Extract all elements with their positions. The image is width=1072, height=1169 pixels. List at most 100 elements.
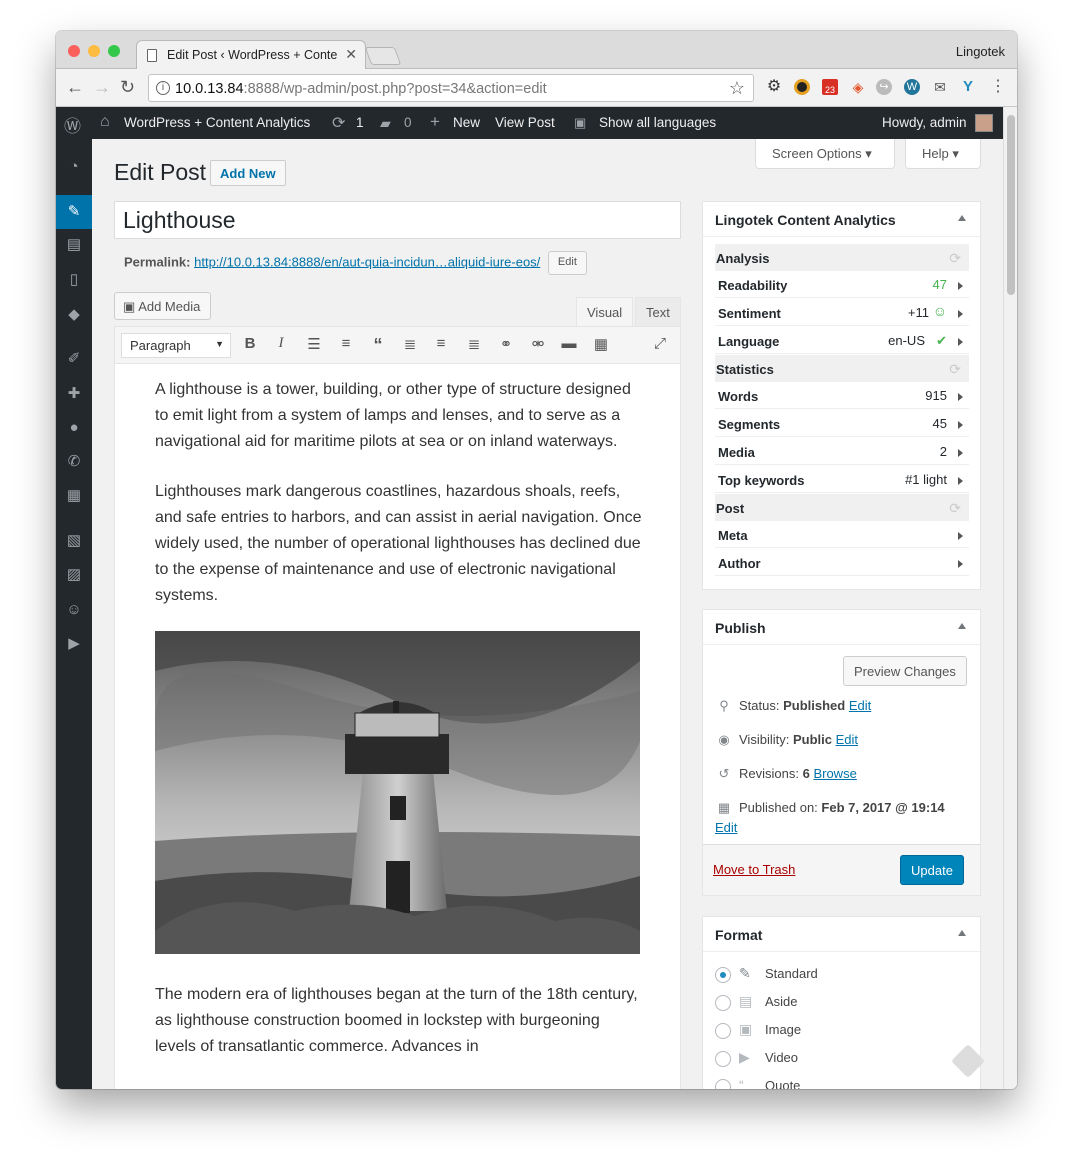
media-icon[interactable]: ▤ <box>64 235 84 255</box>
maximize-window-icon[interactable] <box>108 45 120 57</box>
add-new-button[interactable]: Add New <box>210 160 286 186</box>
media-row[interactable]: Media 2 <box>715 438 969 465</box>
language-row[interactable]: Language en-US ✔ <box>715 327 969 354</box>
format-option-video[interactable]: ▶ Video <box>715 1049 798 1067</box>
scrollbar-thumb[interactable] <box>1007 115 1015 295</box>
visibility-edit-link[interactable]: Edit <box>836 732 858 747</box>
status-edit-link[interactable]: Edit <box>849 698 871 713</box>
comments-menu-icon[interactable]: ◆ <box>64 305 84 325</box>
color-picker-extension-icon[interactable] <box>794 79 810 95</box>
expand-arrow-icon[interactable] <box>958 477 963 485</box>
view-post-link[interactable]: View Post <box>495 115 555 130</box>
bold-icon[interactable]: B <box>240 335 260 352</box>
readability-row[interactable]: Readability 47 <box>715 271 969 298</box>
align-right-icon[interactable]: ≣ <box>464 335 484 353</box>
wordpress-logo-icon[interactable]: Ⓦ <box>64 112 81 137</box>
help-button[interactable]: Help ▾ <box>905 139 981 169</box>
bulleted-list-icon[interactable]: ☰ <box>304 335 324 353</box>
mail-extension-icon[interactable]: ✉ <box>932 79 948 95</box>
avatar[interactable] <box>975 114 993 132</box>
update-button[interactable]: Update <box>900 855 964 885</box>
settings-gear-icon[interactable]: ⚙ <box>766 79 782 95</box>
remove-link-icon[interactable]: ⚮ <box>528 335 548 353</box>
address-bar[interactable]: i 10.0.13.84:8888/wp-admin/post.php?post… <box>148 74 754 102</box>
tab-visual[interactable]: Visual <box>576 297 634 327</box>
post-editor[interactable]: Paragraph ▼ B I ☰ ≡ “ ≣ ≡ ≣ ⚭ ⚮ ▬ ▦ ⤢ A l… <box>114 326 681 1089</box>
expand-arrow-icon[interactable] <box>958 393 963 401</box>
paragraph-format-select[interactable]: Paragraph ▼ <box>121 333 231 358</box>
updates-count[interactable]: 1 <box>356 115 364 130</box>
new-link[interactable]: New <box>453 115 480 130</box>
translation-2-icon[interactable]: ▨ <box>64 565 84 585</box>
publish-header[interactable]: Publish <box>703 610 980 645</box>
y-extension-icon[interactable]: Y <box>960 79 976 95</box>
expand-arrow-icon[interactable] <box>958 449 963 457</box>
collapse-menu-icon[interactable]: ▶ <box>64 634 84 654</box>
settings-icon[interactable]: ▦ <box>64 486 84 506</box>
permalink-edit-button[interactable]: Edit <box>547 251 587 275</box>
pin-posts-icon[interactable]: ✎ <box>64 202 84 222</box>
expand-arrow-icon[interactable] <box>958 282 963 290</box>
format-option-quote[interactable]: “ Quote <box>715 1077 800 1089</box>
calendar-extension-icon[interactable]: 23 <box>822 79 838 95</box>
format-header[interactable]: Format <box>703 917 980 952</box>
segments-row[interactable]: Segments 45 <box>715 410 969 437</box>
info-icon[interactable]: i <box>156 81 170 95</box>
collapse-arrow-icon[interactable] <box>958 930 966 936</box>
radio-button[interactable] <box>715 1050 731 1067</box>
expand-arrow-icon[interactable] <box>958 338 963 346</box>
align-center-icon[interactable]: ≡ <box>431 335 451 352</box>
published-edit-link[interactable]: Edit <box>715 820 737 835</box>
share-extension-icon[interactable]: ↪ <box>876 79 892 95</box>
blockquote-icon[interactable]: “ <box>368 335 388 356</box>
numbered-list-icon[interactable]: ≡ <box>336 335 356 352</box>
code-extension-icon[interactable]: ◈ <box>850 79 866 95</box>
meta-row[interactable]: Meta <box>715 521 969 548</box>
expand-arrow-icon[interactable] <box>958 532 963 540</box>
insert-link-icon[interactable]: ⚭ <box>496 335 516 353</box>
close-window-icon[interactable] <box>68 45 80 57</box>
expand-arrow-icon[interactable] <box>958 310 963 318</box>
collapse-arrow-icon[interactable] <box>958 215 966 221</box>
refresh-icon[interactable]: ⟳ <box>949 250 961 267</box>
editor-body-continued[interactable]: The modern era of lighthouses began at t… <box>155 982 645 1084</box>
align-left-icon[interactable]: ≣ <box>400 335 420 353</box>
comments-count[interactable]: 0 <box>404 115 412 130</box>
radio-button[interactable] <box>715 1078 731 1089</box>
expand-arrow-icon[interactable] <box>958 560 963 568</box>
author-row[interactable]: Author <box>715 549 969 576</box>
collapse-arrow-icon[interactable] <box>958 623 966 629</box>
menu-dots-icon[interactable]: ⋮ <box>990 79 1006 95</box>
radio-button[interactable] <box>715 1022 731 1039</box>
reload-icon[interactable]: ↻ <box>120 77 135 98</box>
editor-body[interactable]: A lighthouse is a tower, building, or ot… <box>155 377 645 633</box>
bookmark-star-icon[interactable]: ☆ <box>729 78 745 99</box>
wordpress-extension-icon[interactable]: W <box>904 79 920 95</box>
howdy-user-link[interactable]: Howdy, admin <box>882 115 967 130</box>
appearance-icon[interactable]: ✐ <box>64 349 84 369</box>
format-option-aside[interactable]: ▤ Aside <box>715 993 798 1011</box>
pages-icon[interactable]: ▯ <box>64 270 84 290</box>
back-arrow-icon[interactable]: ← <box>66 77 84 98</box>
sentiment-row[interactable]: Sentiment +11 ☺ <box>715 299 969 326</box>
forward-arrow-icon[interactable]: → <box>93 77 111 98</box>
new-tab-button[interactable] <box>364 47 402 65</box>
plugins-icon[interactable]: ✚ <box>64 384 84 404</box>
browser-tab[interactable]: Edit Post ‹ WordPress + Conte ✕ <box>136 40 366 69</box>
lighthouse-image[interactable] <box>155 631 640 954</box>
refresh-icon[interactable]: ⟳ <box>949 500 961 517</box>
fullscreen-icon[interactable]: ⤢ <box>650 335 670 352</box>
toolbar-toggle-icon[interactable]: ▦ <box>591 335 611 353</box>
expand-arrow-icon[interactable] <box>958 421 963 429</box>
preview-changes-button[interactable]: Preview Changes <box>843 656 967 686</box>
translation-icon[interactable]: ▧ <box>64 531 84 551</box>
screen-options-button[interactable]: Screen Options ▾ <box>755 139 895 169</box>
refresh-icon[interactable]: ⟳ <box>949 361 961 378</box>
analytics-header[interactable]: Lingotek Content Analytics <box>703 202 980 237</box>
keywords-row[interactable]: Top keywords #1 light <box>715 466 969 493</box>
move-to-trash-link[interactable]: Move to Trash <box>713 862 795 877</box>
permalink-url[interactable]: http://10.0.13.84:8888/en/aut-quia-incid… <box>194 254 540 269</box>
add-media-button[interactable]: ▣ Add Media <box>114 292 212 320</box>
minimize-window-icon[interactable] <box>88 45 100 57</box>
site-name-link[interactable]: WordPress + Content Analytics <box>124 115 310 130</box>
